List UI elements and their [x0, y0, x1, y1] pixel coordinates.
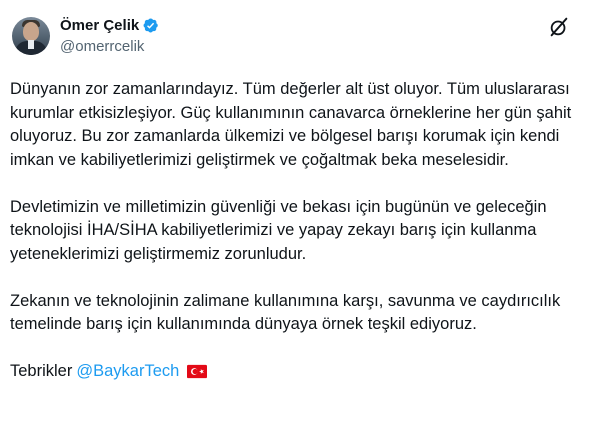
- grok-icon[interactable]: [548, 16, 570, 38]
- post-paragraph-1: Dünyanın zor zamanlarındayız. Tüm değerl…: [10, 80, 572, 169]
- closing-text: Tebrikler: [10, 362, 73, 380]
- post: Ömer Çelik @omerrcelik Dünyanın zor zama…: [0, 0, 590, 428]
- avatar-collar: [28, 40, 34, 49]
- verified-badge-icon: [143, 18, 158, 33]
- avatar-face: [23, 22, 39, 41]
- author-names: Ömer Çelik @omerrcelik: [60, 16, 159, 57]
- avatar[interactable]: [12, 17, 50, 55]
- post-paragraph-2: Devletimizin ve milletimizin güvenliği v…: [10, 197, 547, 263]
- post-paragraph-3: Zekanın ve teknolojinin zalimane kullanı…: [10, 291, 561, 334]
- turkey-flag-icon: [187, 365, 208, 379]
- author-handle[interactable]: @omerrcelik: [60, 37, 159, 57]
- name-row: Ömer Çelik: [60, 16, 159, 36]
- post-text: Dünyanın zor zamanlarındayız. Tüm değerl…: [10, 78, 580, 384]
- post-closing-line: Tebrikler @BaykarTech: [10, 360, 580, 384]
- mention-link[interactable]: @BaykarTech: [76, 360, 179, 384]
- author-display-name[interactable]: Ömer Çelik: [60, 16, 139, 36]
- post-header: Ömer Çelik @omerrcelik: [12, 12, 159, 60]
